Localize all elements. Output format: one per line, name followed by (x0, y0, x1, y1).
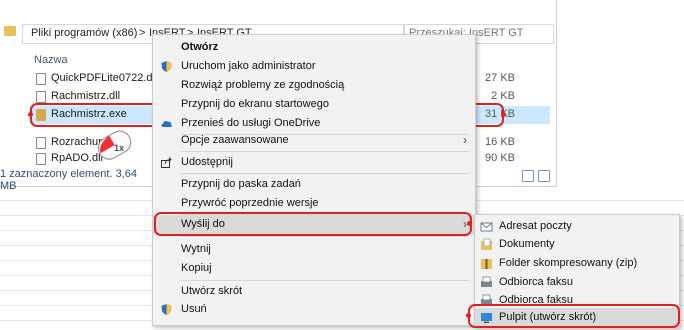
breadcrumb-separator: > (139, 27, 146, 39)
view-toggle (520, 170, 552, 182)
highlight-desktop-shortcut (468, 304, 680, 328)
zip-folder-icon (481, 259, 492, 269)
file-name: Rachmistrz.dll (51, 90, 121, 102)
details-view-icon[interactable] (522, 170, 534, 182)
send-to-mail-recipient[interactable]: Adresat poczty (475, 217, 679, 236)
column-header-name[interactable]: Nazwa (34, 54, 68, 66)
menu-item-pin-start[interactable]: Przypnij do ekranu startowego (153, 95, 475, 114)
menu-item-cut[interactable]: Wytnij (153, 240, 475, 259)
file-name: QuickPDFLite0722.dll (51, 72, 158, 84)
menu-item-copy[interactable]: Kopiuj (153, 259, 475, 278)
menu-item-open[interactable]: Otwórz (153, 38, 475, 57)
file-icon (36, 137, 46, 149)
highlight-marker (467, 221, 472, 226)
status-bar: 1 zaznaczony element. 3,64 MB (0, 168, 137, 192)
menu-item-create-shortcut[interactable]: Utwórz skrót (153, 282, 475, 301)
share-icon (161, 157, 172, 168)
mail-icon (480, 222, 493, 232)
context-menu: Otwórz Uruchom jako administrator Rozwią… (152, 34, 476, 326)
uac-shield-icon (161, 304, 172, 315)
menu-item-restore-versions[interactable]: Przywróć poprzednie wersje (153, 194, 475, 213)
send-to-fax-recipient[interactable]: Odbiorca faksu (475, 273, 679, 292)
dll-file-icon (36, 91, 46, 103)
menu-item-delete[interactable]: Usuń (153, 300, 475, 319)
menu-separator (181, 173, 469, 174)
dll-file-icon (36, 73, 46, 85)
send-to-documents[interactable]: Dokumenty (475, 235, 679, 254)
menu-separator (181, 280, 469, 281)
menu-separator (181, 151, 469, 152)
mouse-click-icon: 1x (97, 130, 132, 160)
fax-icon (481, 276, 492, 287)
file-size: 2 KB (491, 90, 515, 102)
menu-separator (181, 236, 469, 237)
dll-file-icon (36, 153, 46, 165)
folder-icon (4, 26, 16, 36)
highlight-marker (466, 313, 471, 318)
file-size: 90 KB (485, 152, 515, 164)
submenu-arrow-icon: › (463, 133, 467, 147)
menu-item-troubleshoot-compat[interactable]: Rozwiąż problemy ze zgodnością (153, 76, 475, 95)
uac-shield-icon (161, 61, 172, 72)
large-icons-view-icon[interactable] (538, 170, 550, 182)
menu-item-pin-taskbar[interactable]: Przypnij do paska zadań (153, 175, 475, 194)
click-count-badge: 1x (114, 143, 124, 153)
breadcrumb-item[interactable]: Pliki programów (x86) (31, 27, 137, 39)
menu-item-advanced-options[interactable]: Opcje zaawansowane › (153, 131, 475, 150)
file-size: 27 KB (485, 72, 515, 84)
onedrive-icon (161, 120, 172, 127)
highlight-marker (501, 112, 506, 117)
send-to-zip-folder[interactable]: Folder skompresowany (zip) (475, 254, 679, 273)
file-size: 16 KB (485, 136, 515, 148)
menu-item-run-as-admin[interactable]: Uruchom jako administrator (153, 57, 475, 76)
highlight-send-to (154, 212, 472, 236)
documents-folder-icon (481, 238, 492, 250)
menu-item-share[interactable]: Udostępnij (153, 153, 475, 172)
highlight-marker (28, 112, 33, 117)
